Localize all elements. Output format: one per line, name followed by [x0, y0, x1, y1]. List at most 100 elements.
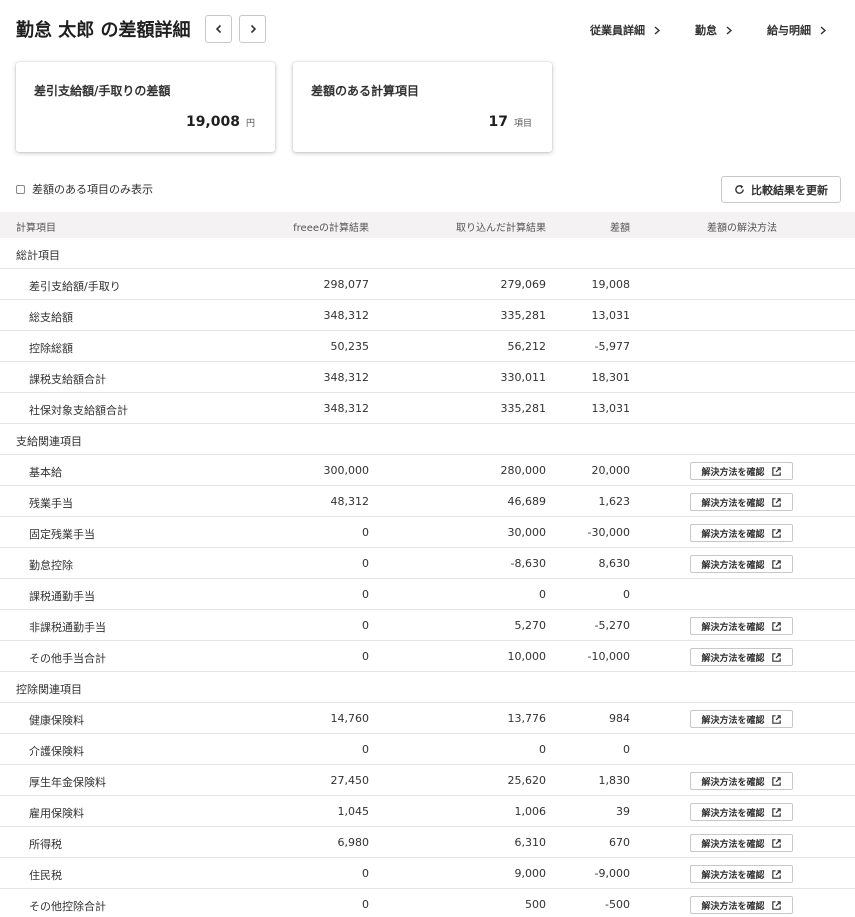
- diff-value: -5,977: [594, 340, 630, 353]
- check-resolution-button[interactable]: 解決方法を確認: [690, 896, 793, 914]
- diff-items-count-value: 17: [488, 114, 508, 130]
- check-resolution-label: 解決方法を確認: [701, 839, 765, 850]
- freee-value: 348,312: [323, 309, 370, 322]
- item-label: 基本給: [29, 466, 62, 479]
- freee-value: 1,045: [337, 805, 370, 818]
- check-resolution-button[interactable]: 解決方法を確認: [690, 617, 793, 635]
- check-resolution-button[interactable]: 解決方法を確認: [690, 803, 793, 821]
- external-link-icon: [771, 621, 781, 631]
- imported-value: 500: [525, 898, 546, 911]
- item-label: 所得税: [29, 838, 62, 851]
- check-resolution-button[interactable]: 解決方法を確認: [690, 865, 793, 883]
- table-row: 課税通勤手当 0 0 0: [0, 579, 855, 610]
- imported-value: 10,000: [507, 650, 547, 663]
- table-row: 非課税通勤手当 0 5,270 -5,270 解決方法を確認: [0, 610, 855, 641]
- check-resolution-label: 解決方法を確認: [701, 777, 765, 788]
- imported-value: 330,011: [500, 371, 547, 384]
- item-label: 厚生年金保険料: [29, 776, 106, 789]
- item-label: 健康保険料: [29, 714, 84, 727]
- diff-value: 670: [609, 836, 630, 849]
- freee-value: 298,077: [323, 278, 370, 291]
- imported-value: 9,000: [514, 867, 547, 880]
- check-resolution-button[interactable]: 解決方法を確認: [690, 462, 793, 480]
- item-label: 差引支給額/手取り: [29, 280, 121, 293]
- table-row: 勤怠控除 0 -8,630 8,630 解決方法を確認: [0, 548, 855, 579]
- employee-detail-link[interactable]: 従業員詳細: [590, 22, 661, 38]
- next-employee-button[interactable]: [239, 15, 266, 43]
- freee-value: 0: [362, 743, 369, 756]
- imported-value: 5,270: [514, 619, 547, 632]
- attendance-link[interactable]: 勤怠: [695, 22, 733, 38]
- check-resolution-button[interactable]: 解決方法を確認: [690, 772, 793, 790]
- imported-value: 56,212: [507, 340, 547, 353]
- external-link-icon: [771, 838, 781, 848]
- refresh-comparison-button[interactable]: 比較結果を更新: [721, 176, 841, 203]
- check-resolution-button[interactable]: 解決方法を確認: [690, 524, 793, 542]
- previous-employee-button[interactable]: [205, 15, 232, 43]
- freee-value: 0: [362, 557, 369, 570]
- chevron-right-icon: [820, 25, 827, 35]
- table-row: 総支給額 348,312 335,281 13,031: [0, 300, 855, 331]
- freee-value: 0: [362, 588, 369, 601]
- external-link-icon: [771, 559, 781, 569]
- table-row: 介護保険料 0 0 0: [0, 734, 855, 765]
- diff-value: 13,031: [591, 309, 631, 322]
- external-link-icon: [771, 652, 781, 662]
- table-group-row: 総計項目: [0, 238, 855, 269]
- table-row: その他控除合計 0 500 -500 解決方法を確認: [0, 889, 855, 917]
- check-resolution-button[interactable]: 解決方法を確認: [690, 493, 793, 511]
- freee-value: 0: [362, 619, 369, 632]
- freee-value: 0: [362, 526, 369, 539]
- page-title: 勤怠 太郎 の差額詳細: [16, 20, 191, 41]
- external-link-icon: [771, 528, 781, 538]
- check-resolution-button[interactable]: 解決方法を確認: [690, 648, 793, 666]
- table-row: 残業手当 48,312 46,689 1,623 解決方法を確認: [0, 486, 855, 517]
- check-resolution-label: 解決方法を確認: [701, 622, 765, 633]
- diff-value: 39: [616, 805, 630, 818]
- imported-value: -8,630: [510, 557, 546, 570]
- attendance-link-label: 勤怠: [695, 24, 717, 37]
- group-label: 総計項目: [16, 249, 60, 262]
- column-header-freee: freeeの計算結果: [293, 223, 369, 234]
- column-header-imported: 取り込んだ計算結果: [456, 223, 546, 234]
- table-row: 差引支給額/手取り 298,077 279,069 19,008: [0, 269, 855, 300]
- table-row: 住民税 0 9,000 -9,000 解決方法を確認: [0, 858, 855, 889]
- external-link-icon: [771, 497, 781, 507]
- diff-only-filter[interactable]: 差額のある項目のみ表示: [16, 181, 153, 197]
- imported-value: 335,281: [500, 402, 547, 415]
- card-unit: 円: [245, 119, 255, 129]
- table-row: 課税支給額合計 348,312 330,011 18,301: [0, 362, 855, 393]
- freee-value: 27,450: [330, 774, 370, 787]
- table-row: 基本給 300,000 280,000 20,000 解決方法を確認: [0, 455, 855, 486]
- check-resolution-button[interactable]: 解決方法を確認: [690, 555, 793, 573]
- diff-only-label: 差額のある項目のみ表示: [32, 183, 153, 196]
- check-resolution-button[interactable]: 解決方法を確認: [690, 710, 793, 728]
- chevron-left-icon: [215, 24, 221, 34]
- table-row: 社保対象支給額合計 348,312 335,281 13,031: [0, 393, 855, 424]
- check-resolution-button[interactable]: 解決方法を確認: [690, 834, 793, 852]
- diff-value: 13,031: [591, 402, 631, 415]
- check-resolution-label: 解決方法を確認: [701, 467, 765, 478]
- refresh-icon: [735, 184, 744, 194]
- check-resolution-label: 解決方法を確認: [701, 901, 765, 912]
- table-row: 雇用保険料 1,045 1,006 39 解決方法を確認: [0, 796, 855, 827]
- diff-value: 984: [609, 712, 630, 725]
- item-label: その他控除合計: [29, 900, 106, 913]
- external-link-icon: [771, 807, 781, 817]
- freee-value: 348,312: [323, 371, 370, 384]
- table-row: 控除総額 50,235 56,212 -5,977: [0, 331, 855, 362]
- diff-value: 0: [623, 743, 630, 756]
- item-label: 課税支給額合計: [29, 373, 106, 386]
- net-pay-diff-value: 19,008: [185, 114, 240, 130]
- group-label: 控除関連項目: [16, 683, 82, 696]
- imported-value: 25,620: [507, 774, 547, 787]
- employee-detail-link-label: 従業員詳細: [590, 24, 645, 37]
- item-label: 社保対象支給額合計: [29, 404, 128, 417]
- diff-only-checkbox[interactable]: [16, 184, 25, 194]
- payslip-link[interactable]: 給与明細: [767, 22, 827, 38]
- external-link-icon: [771, 776, 781, 786]
- table-group-row: 支給関連項目: [0, 424, 855, 455]
- card-value: 19,008 円: [186, 114, 255, 130]
- item-label: 雇用保険料: [29, 807, 84, 820]
- card-value: 17 項目: [489, 114, 533, 130]
